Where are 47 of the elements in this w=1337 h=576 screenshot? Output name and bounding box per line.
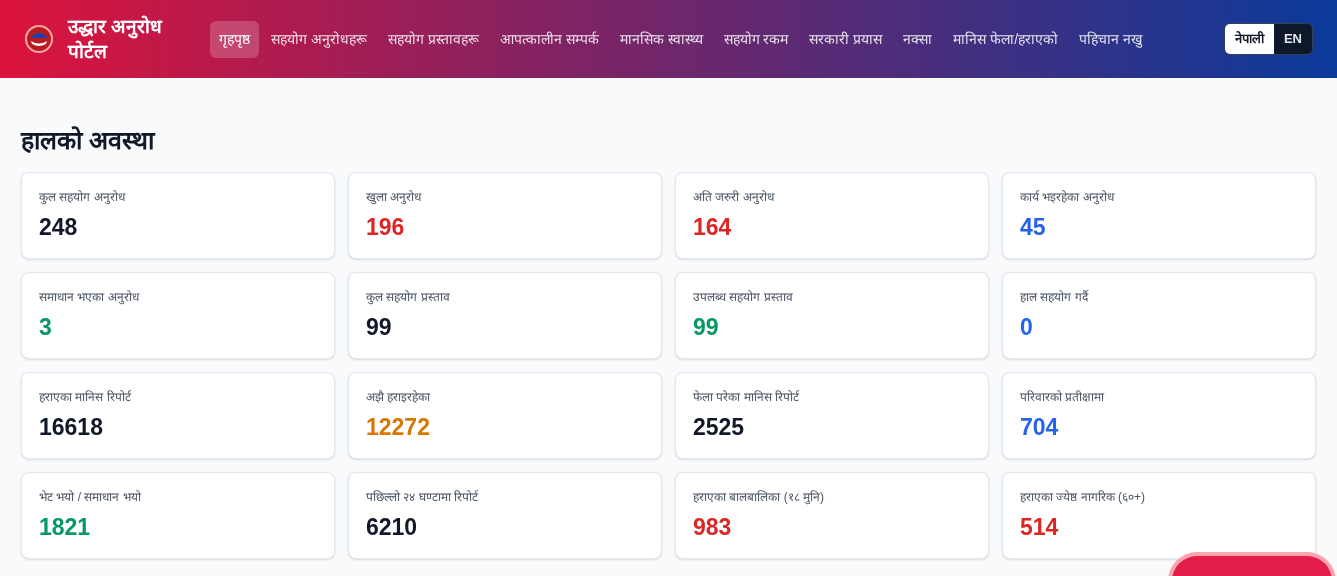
stat-label: हराएका ज्येष्ठ नागरिक (६०+) [1020,488,1146,506]
language-option[interactable]: EN [1273,24,1312,54]
portal-title: उद्धार अनुरोध पोर्टल [68,14,164,64]
stat-label: हराएका बालबालिका (१८ मुनि) [693,488,825,506]
stat-value: 0 [1020,312,1033,342]
stat-value: 248 [39,212,78,242]
nav-link[interactable]: नक्सा [894,20,942,58]
stat-label: कुल सहयोग प्रस्ताव [366,288,451,306]
nav-link[interactable]: पहिचान नखु [1070,20,1151,58]
stat-value: 99 [693,312,719,342]
stat-value: 2525 [693,412,745,442]
stat-value: 3 [39,312,52,342]
nav-link[interactable]: आपत्कालीन सम्पर्क [490,20,608,58]
stat-label: पछिल्लो २४ घण्टामा रिपोर्ट [366,488,479,506]
nav-link[interactable]: सहयोग प्रस्तावहरू [378,20,488,58]
stat-value: 12272 [366,412,430,442]
emblem-icon [24,24,54,54]
stat-value: 196 [366,212,405,242]
stat-label: उपलब्ध सहयोग प्रस्ताव [693,288,794,306]
stat-value: 16618 [39,412,103,442]
language-option[interactable]: नेपाली [1224,24,1274,54]
stat-label: भेट भयो / समाधान भयो [39,488,142,506]
nav-link[interactable]: सहयोग अनुरोधहरू [262,20,376,58]
stat-label: खुला अनुरोध [366,188,423,206]
stat-label: कुल सहयोग अनुरोध [39,188,127,206]
stat-value: 1821 [39,512,91,542]
stat-value: 45 [1020,212,1046,242]
stat-label: समाधान भएका अनुरोध [39,288,141,306]
nav-link[interactable]: सरकारी प्रयास [800,20,892,58]
nav-link[interactable]: मानसिक स्वास्थ्य [610,20,712,58]
stat-label: अति जरुरी अनुरोध [693,188,776,206]
nav-link[interactable]: मानिस फेला/हराएको [944,20,1068,58]
stat-label: हाल सहयोग गर्दै [1020,288,1090,306]
section-heading: हालको अवस्था [21,125,157,156]
stat-label: फेला परेका मानिस रिपोर्ट [693,388,800,406]
stat-value: 99 [366,312,392,342]
stat-value: 6210 [366,512,418,542]
stat-value: 164 [693,212,732,242]
stat-label: हराएका मानिस रिपोर्ट [39,388,132,406]
stat-label: परिवारको प्रतीक्षामा [1020,388,1106,406]
stat-label: कार्य भइरहेका अनुरोध [1020,188,1116,206]
stat-value: 704 [1020,412,1059,442]
stat-value: 514 [1020,512,1059,542]
stat-label: अझै हराइरहेका [366,388,432,406]
stat-value: 983 [693,512,732,542]
nav-link[interactable]: सहयोग रकम [714,20,798,58]
nav-link[interactable]: गृहपृष्ठ [210,20,259,58]
